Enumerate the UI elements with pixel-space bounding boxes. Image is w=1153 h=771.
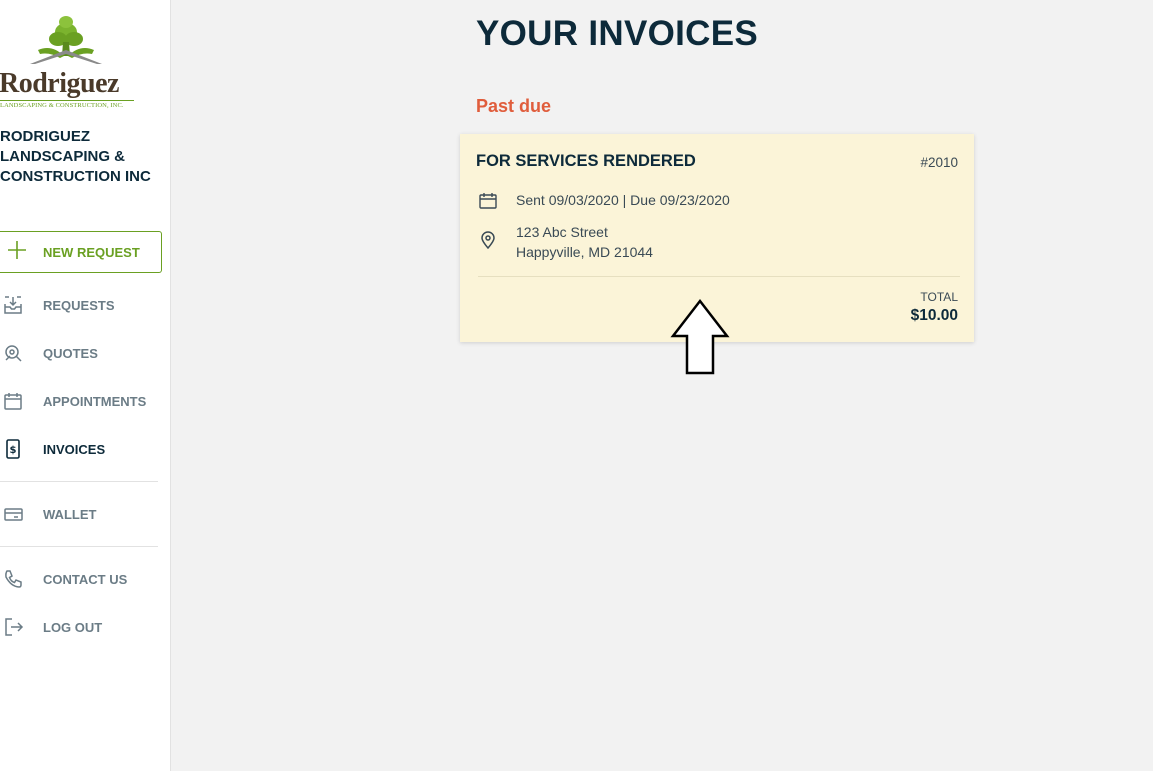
sidebar-item-label: APPOINTMENTS	[43, 393, 147, 409]
sidebar-item-invoices[interactable]: $ INVOICES	[0, 429, 170, 469]
invoice-address: 123 Abc Street Happyville, MD 21044	[516, 222, 653, 262]
calendar-icon	[0, 390, 26, 412]
sidebar-item-requests[interactable]: REQUESTS	[0, 285, 170, 325]
tree-logo-icon	[30, 16, 102, 64]
inbox-download-icon	[0, 294, 26, 316]
new-request-button[interactable]: NEW REQUEST	[0, 231, 162, 273]
quote-magnifier-icon	[0, 342, 26, 364]
new-request-label: NEW REQUEST	[43, 244, 140, 260]
company-name: RODRIGUEZ LANDSCAPING & CONSTRUCTION INC	[0, 128, 151, 185]
total-amount: $10.00	[910, 307, 958, 324]
logo-wordmark: Rodriguez	[0, 68, 119, 99]
credit-card-icon	[0, 503, 26, 525]
invoice-title: FOR SERVICES RENDERED	[476, 152, 696, 170]
sidebar-item-label: LOG OUT	[43, 619, 103, 635]
address-line-2: Happyville, MD 21044	[516, 244, 653, 260]
sidebar-item-label: WALLET	[43, 506, 97, 522]
page-title: YOUR INVOICES	[476, 14, 759, 53]
sidebar-item-quotes[interactable]: QUOTES	[0, 333, 170, 373]
dollar-document-icon: $	[0, 438, 26, 460]
sidebar-item-label: QUOTES	[43, 345, 98, 361]
sidebar-item-label: INVOICES	[43, 441, 106, 457]
invoice-number: #2010	[920, 155, 958, 170]
location-pin-icon	[478, 230, 498, 250]
sidebar-item-label: CONTACT US	[43, 571, 128, 587]
sidebar-item-wallet[interactable]: WALLET	[0, 494, 170, 534]
sidebar: Rodriguez LANDSCAPING & CONSTRUCTION, IN…	[0, 0, 171, 771]
sidebar-item-label: REQUESTS	[43, 297, 115, 313]
card-divider	[478, 276, 960, 277]
sidebar-divider	[0, 546, 158, 547]
sidebar-item-log-out[interactable]: LOG OUT	[0, 607, 170, 647]
address-line-1: 123 Abc Street	[516, 224, 608, 240]
sidebar-divider	[0, 481, 158, 482]
past-due-heading: Past due	[476, 96, 552, 116]
total-label: TOTAL	[920, 290, 958, 304]
calendar-icon	[478, 191, 498, 211]
company-logo[interactable]: Rodriguez LANDSCAPING & CONSTRUCTION, IN…	[0, 14, 140, 109]
logo-tagline: LANDSCAPING & CONSTRUCTION, INC.	[0, 100, 134, 109]
up-arrow-icon	[670, 298, 730, 375]
svg-text:$: $	[10, 445, 17, 456]
sidebar-item-contact-us[interactable]: CONTACT US	[0, 559, 170, 599]
invoice-dates: Sent 09/03/2020 | Due 09/23/2020	[516, 192, 730, 208]
plus-icon	[0, 239, 34, 265]
sidebar-item-appointments[interactable]: APPOINTMENTS	[0, 381, 170, 421]
logout-icon	[0, 616, 26, 638]
phone-icon	[0, 568, 26, 590]
